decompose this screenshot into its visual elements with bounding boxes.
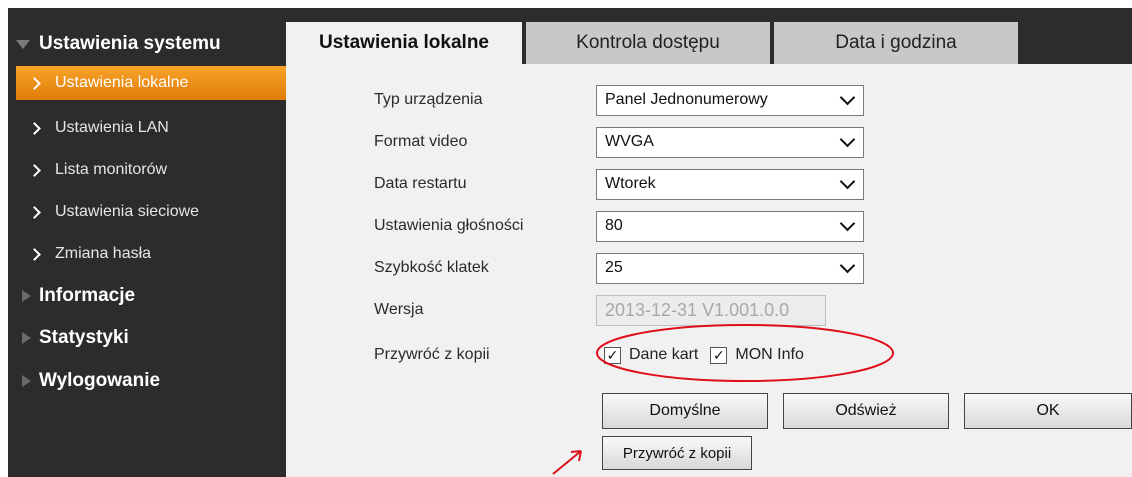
chevron-down-icon [839, 89, 856, 105]
restore-row: Przywróć z kopii ✓ Dane kart ✓ MON Info [374, 338, 974, 372]
sidebar-item-local-settings[interactable]: Ustawienia lokalne [16, 66, 286, 100]
sidebar-item-label: Wylogowanie [39, 370, 161, 391]
video-format-row: Format video WVGA [374, 125, 974, 159]
version-label: Wersja [374, 301, 424, 318]
chevron-down-icon [839, 173, 856, 189]
collapsed-triangle-icon [22, 332, 31, 344]
restart-date-row: Data restartu Wtorek [374, 167, 974, 201]
restore-from-backup-button[interactable]: Przywróć z kopii [602, 436, 752, 470]
default-button[interactable]: Domyślne [602, 393, 768, 429]
sidebar-item-label: Zmiana hasła [55, 245, 152, 262]
chevron-down-icon [839, 215, 856, 231]
volume-label: Ustawienia głośności [374, 217, 524, 234]
sidebar-item-statistics[interactable]: Statystyki [8, 323, 286, 353]
sidebar-section-label: Ustawienia systemu [39, 33, 221, 54]
chevron-right-icon [28, 163, 41, 177]
sidebar-item-label: Informacje [39, 285, 136, 306]
chevron-down-icon [839, 257, 856, 273]
refresh-button[interactable]: Odśwież [783, 393, 949, 429]
tab-access-control[interactable]: Kontrola dostępu [526, 22, 770, 64]
frame-rate-value: 25 [605, 259, 623, 276]
frame-rate-row: Szybkość klatek 25 [374, 251, 974, 285]
ok-button[interactable]: OK [964, 393, 1132, 429]
tab-local-settings[interactable]: Ustawienia lokalne [286, 22, 522, 64]
sidebar-item-change-password[interactable]: Zmiana hasła [16, 237, 286, 271]
volume-value: 80 [605, 217, 623, 234]
default-button-label: Domyślne [649, 402, 721, 419]
restart-date-label: Data restartu [374, 175, 467, 192]
chevron-right-icon [28, 247, 41, 261]
restore-label: Przywróć z kopii [374, 346, 490, 363]
sidebar-item-label: Ustawienia lokalne [55, 74, 189, 91]
tab-label: Ustawienia lokalne [318, 32, 489, 53]
restore-options: ✓ Dane kart ✓ MON Info [604, 346, 804, 364]
version-field: 2013-12-31 V1.001.0.0 [596, 294, 826, 326]
chevron-right-icon [28, 121, 41, 135]
sidebar-item-label: Ustawienia LAN [55, 119, 169, 136]
dane-kart-label: Dane kart [629, 346, 699, 363]
frame-rate-select[interactable]: 25 [596, 252, 864, 284]
collapsed-triangle-icon [22, 375, 31, 387]
collapsed-triangle-icon [22, 290, 31, 302]
refresh-button-label: Odśwież [835, 402, 897, 419]
mon-info-checkbox[interactable]: ✓ [710, 346, 728, 364]
sidebar-item-monitor-list[interactable]: Lista monitorów [16, 153, 286, 187]
frame-rate-label: Szybkość klatek [374, 259, 489, 276]
video-format-value: WVGA [605, 133, 654, 150]
volume-select[interactable]: 80 [596, 210, 864, 242]
device-type-select[interactable]: Panel Jednonumerowy [596, 84, 864, 116]
sidebar-section-system-settings[interactable]: Ustawienia systemu [8, 30, 286, 58]
device-type-label: Typ urządzenia [374, 91, 483, 108]
device-type-value: Panel Jednonumerowy [605, 91, 768, 108]
main-panel: Ustawienia lokalne Kontrola dostępu Data… [286, 8, 1132, 477]
sidebar-item-label: Ustawienia sieciowe [55, 203, 200, 220]
volume-row: Ustawienia głośności 80 [374, 209, 974, 243]
chevron-right-icon [28, 205, 41, 219]
dane-kart-checkbox[interactable]: ✓ [604, 346, 621, 364]
tab-label: Kontrola dostępu [576, 32, 720, 53]
sidebar-item-logout[interactable]: Wylogowanie [8, 366, 286, 396]
chevron-right-icon [28, 76, 41, 90]
expanded-triangle-icon [16, 39, 30, 49]
tab-label: Data i godzina [835, 32, 957, 53]
sidebar-item-network-settings[interactable]: Ustawienia sieciowe [16, 195, 286, 229]
sidebar: Ustawienia systemu Ustawienia lokalne Us… [8, 8, 286, 477]
sidebar-item-information[interactable]: Informacje [8, 281, 286, 311]
chevron-down-icon [839, 131, 856, 147]
restart-date-value: Wtorek [605, 175, 656, 192]
video-format-label: Format video [374, 133, 468, 150]
device-type-row: Typ urządzenia Panel Jednonumerowy [374, 83, 974, 117]
ok-button-label: OK [1036, 402, 1060, 419]
sidebar-item-label: Statystyki [39, 327, 129, 348]
video-format-select[interactable]: WVGA [596, 126, 864, 158]
mon-info-label: MON Info [735, 346, 804, 363]
tab-date-time[interactable]: Data i godzina [774, 22, 1018, 64]
sidebar-item-lan-settings[interactable]: Ustawienia LAN [16, 111, 286, 145]
restore-button-label: Przywróć z kopii [622, 444, 732, 462]
tab-bar: Ustawienia lokalne Kontrola dostępu Data… [286, 8, 1132, 64]
version-row: Wersja 2013-12-31 V1.001.0.0 [374, 293, 974, 327]
sidebar-item-label: Lista monitorów [55, 161, 168, 178]
version-value: 2013-12-31 V1.001.0.0 [605, 299, 790, 320]
restart-date-select[interactable]: Wtorek [596, 168, 864, 200]
